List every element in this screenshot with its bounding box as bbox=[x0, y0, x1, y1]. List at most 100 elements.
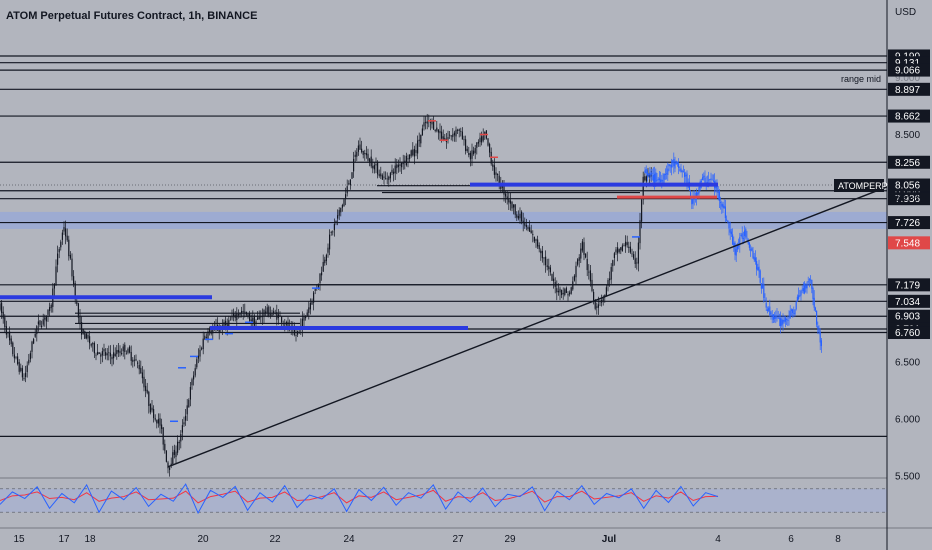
candle bbox=[401, 162, 403, 168]
projection-candle bbox=[652, 174, 654, 182]
candle bbox=[201, 348, 203, 350]
candle bbox=[258, 316, 260, 320]
candle bbox=[385, 178, 387, 180]
projection-candle bbox=[796, 296, 798, 301]
candle bbox=[277, 314, 279, 318]
candle bbox=[234, 314, 236, 318]
projection-candle bbox=[780, 318, 782, 326]
candle bbox=[415, 150, 417, 153]
candle bbox=[65, 228, 67, 237]
candle bbox=[321, 272, 323, 276]
candle bbox=[121, 353, 123, 354]
candle bbox=[378, 174, 380, 176]
time-tick-label: 6 bbox=[788, 534, 794, 545]
candle bbox=[44, 317, 46, 320]
candle bbox=[309, 302, 311, 310]
candle bbox=[132, 359, 134, 362]
candle bbox=[60, 241, 62, 248]
candle bbox=[471, 150, 473, 159]
candle bbox=[135, 359, 137, 361]
candle bbox=[97, 351, 99, 355]
candle bbox=[124, 344, 126, 353]
candle bbox=[15, 356, 17, 358]
time-tick-label: 17 bbox=[58, 534, 70, 545]
candle bbox=[116, 350, 118, 355]
candle bbox=[157, 419, 159, 424]
candle bbox=[513, 204, 515, 208]
candle bbox=[473, 150, 475, 155]
projection-candle bbox=[793, 313, 795, 315]
candle bbox=[165, 450, 167, 462]
candle bbox=[597, 304, 599, 308]
candle bbox=[194, 368, 196, 376]
candle bbox=[449, 134, 451, 136]
candle bbox=[492, 164, 494, 167]
candle bbox=[465, 139, 467, 151]
projection-candle bbox=[654, 173, 656, 183]
candle bbox=[218, 329, 220, 333]
projection-candle bbox=[746, 237, 748, 239]
candle bbox=[250, 319, 252, 322]
candle bbox=[183, 422, 185, 425]
candle bbox=[593, 291, 595, 301]
projection-candle bbox=[783, 320, 785, 322]
projection-candle bbox=[650, 171, 652, 175]
candle bbox=[189, 386, 191, 400]
candle bbox=[381, 175, 383, 180]
projection-candle bbox=[644, 170, 646, 173]
projection-candle bbox=[709, 178, 711, 180]
candle bbox=[178, 441, 180, 444]
candle bbox=[90, 343, 92, 346]
projection-candle bbox=[798, 295, 800, 299]
candle bbox=[461, 131, 463, 140]
candle bbox=[23, 378, 25, 379]
candle bbox=[457, 129, 459, 131]
candle bbox=[103, 349, 105, 352]
projection-candle bbox=[678, 163, 680, 169]
projection-candle bbox=[764, 299, 766, 301]
candle bbox=[173, 449, 175, 455]
candle bbox=[137, 362, 139, 364]
candle bbox=[634, 258, 636, 265]
candle bbox=[474, 148, 476, 153]
candle bbox=[537, 239, 539, 247]
candle bbox=[482, 135, 484, 141]
zone-band bbox=[0, 211, 887, 229]
candle bbox=[466, 148, 468, 152]
candle bbox=[100, 354, 102, 357]
projection-candle bbox=[741, 233, 743, 239]
candle bbox=[337, 215, 339, 219]
candle bbox=[631, 253, 633, 255]
projection-candle bbox=[727, 220, 729, 223]
projection-candle bbox=[734, 242, 736, 255]
candle bbox=[143, 376, 145, 388]
candle bbox=[324, 259, 326, 264]
projection-candle bbox=[672, 160, 674, 163]
candle bbox=[293, 329, 295, 335]
projection-candle bbox=[776, 315, 778, 317]
candle bbox=[129, 346, 131, 353]
candle bbox=[186, 405, 188, 415]
candle bbox=[373, 165, 375, 170]
candle bbox=[2, 311, 4, 319]
candle bbox=[156, 420, 158, 424]
candle bbox=[341, 205, 343, 208]
candle bbox=[516, 214, 518, 218]
candle bbox=[546, 265, 548, 268]
candle bbox=[645, 176, 647, 182]
candle bbox=[204, 335, 206, 340]
candle bbox=[329, 234, 331, 250]
candle bbox=[31, 341, 33, 352]
projection-candle bbox=[666, 173, 668, 175]
price-chart[interactable]: 60.9659.830.00 9.1909.1319.0668.8978.662… bbox=[0, 0, 932, 550]
projection-candle bbox=[730, 231, 732, 235]
candle bbox=[13, 354, 15, 359]
projection-candle bbox=[800, 290, 802, 296]
candle bbox=[76, 300, 78, 305]
projection-candle bbox=[814, 307, 816, 311]
projection-candle bbox=[763, 283, 765, 298]
candle bbox=[212, 329, 214, 334]
candle bbox=[18, 362, 20, 372]
projection-candle bbox=[680, 168, 682, 172]
candle bbox=[345, 194, 347, 199]
